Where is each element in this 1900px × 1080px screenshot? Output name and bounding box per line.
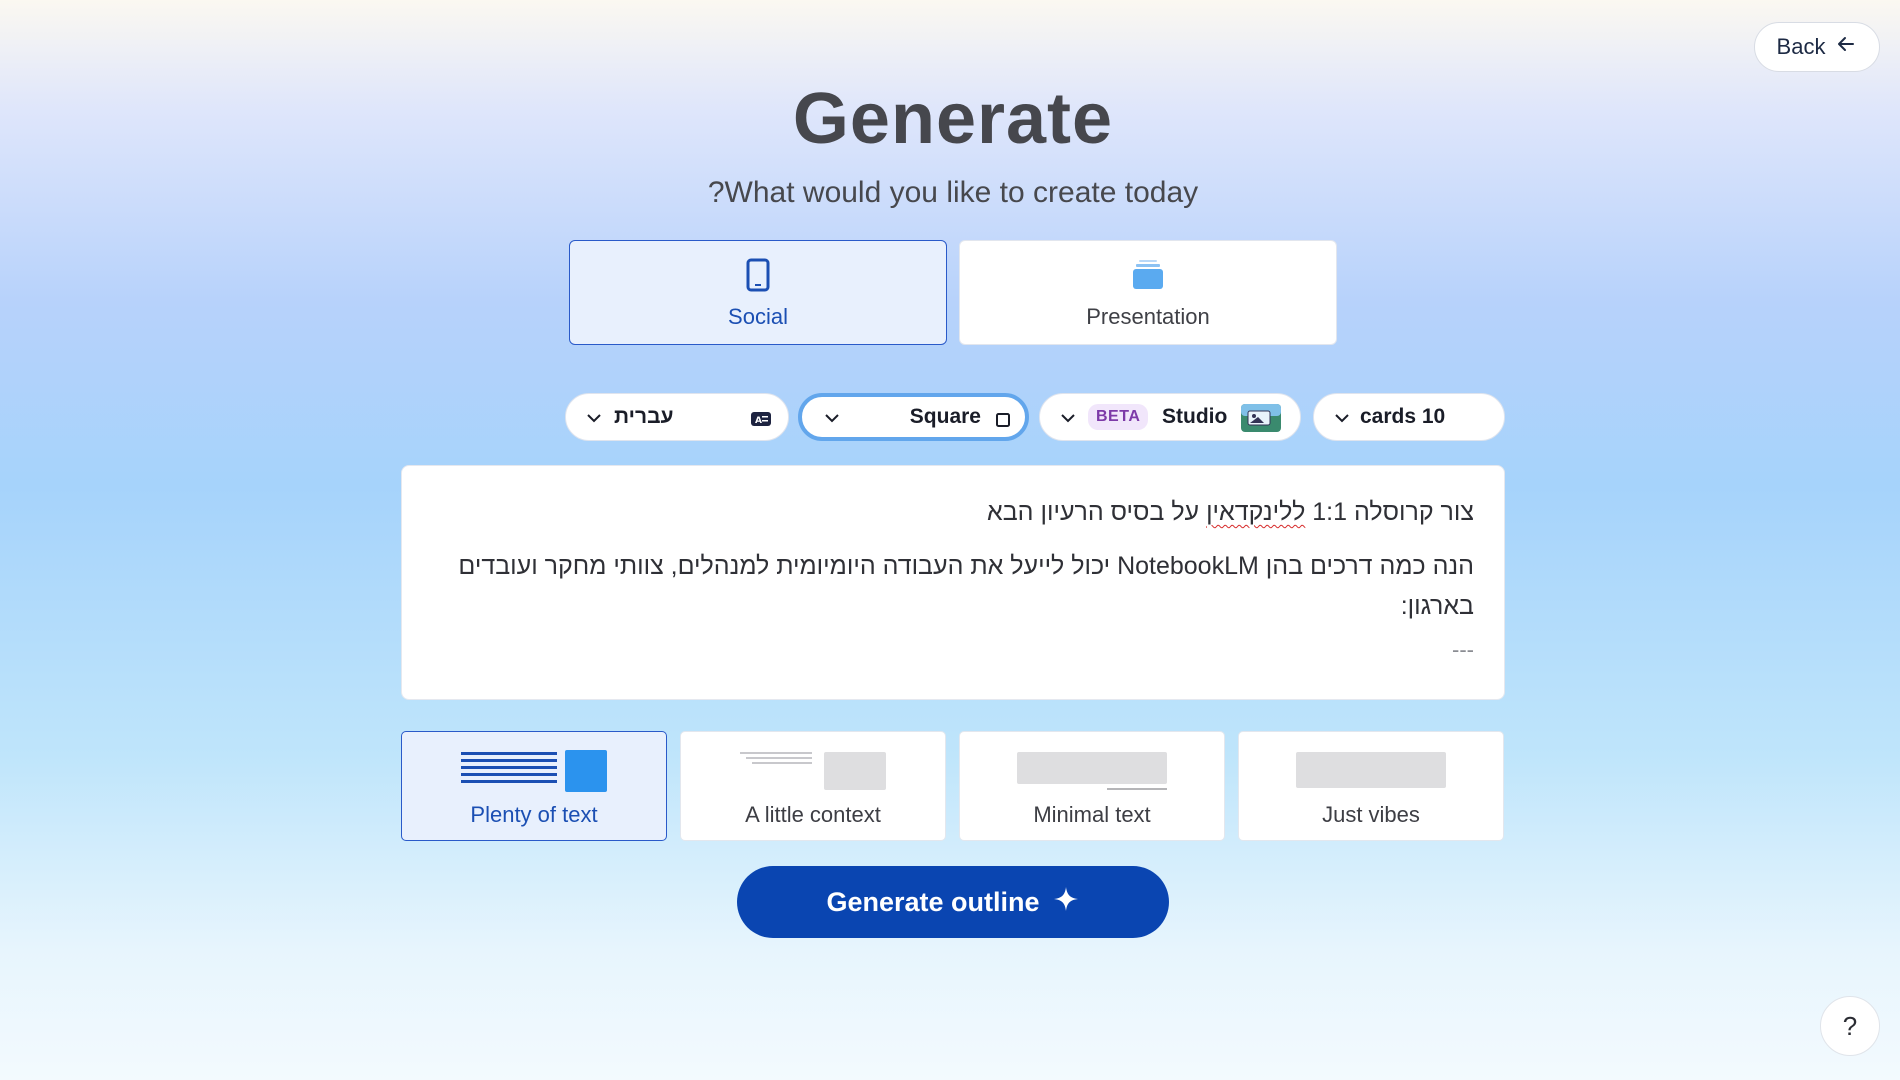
mode-presentation-card[interactable]: Presentation <box>959 240 1337 345</box>
page-subtitle: ?What would you like to create today <box>707 176 1199 209</box>
help-label: ? <box>1842 1010 1858 1041</box>
mode-presentation-label: Presentation <box>1086 303 1210 329</box>
density-label: A little context <box>745 802 881 827</box>
smartphone-icon <box>745 256 771 292</box>
mode-social-card[interactable]: Social <box>569 240 947 345</box>
just-vibes-thumbnail-icon <box>1296 750 1446 792</box>
arrow-left-icon <box>1835 33 1857 61</box>
density-minimal-text[interactable]: Minimal text <box>959 731 1225 841</box>
chevron-down-icon <box>586 405 602 429</box>
misspelled-word: ללינקדאין <box>1206 498 1306 526</box>
theme-thumbnail-icon <box>1240 403 1282 439</box>
density-plenty-of-text[interactable]: Plenty of text <box>401 731 667 841</box>
chevron-down-icon <box>824 405 840 429</box>
little-context-thumbnail-icon <box>738 750 888 792</box>
generate-outline-button[interactable]: Generate outline <box>737 866 1169 938</box>
prompt-textarea[interactable]: צור קרוסלה 1:1 ללינקדאין על בסיס הרעיון … <box>401 465 1505 700</box>
language-icon: A <box>750 409 772 433</box>
back-button[interactable]: Back <box>1754 22 1880 72</box>
page-title: Generate <box>792 79 1114 159</box>
sparkle-icon <box>1052 885 1080 920</box>
theme-select[interactable]: BETA Studio <box>1039 393 1301 441</box>
density-a-little-context[interactable]: A little context <box>680 731 946 841</box>
theme-value: Studio <box>1162 405 1228 428</box>
prompt-line-1: צור קרוסלה 1:1 ללינקדאין על בסיס הרעיון … <box>432 492 1474 532</box>
prompt-line-2: הנה כמה דרכים בהן NotebookLM יכול לייעל … <box>458 552 1474 620</box>
cards-count-select[interactable]: cards 10 <box>1313 393 1505 441</box>
chevron-down-icon <box>1334 405 1350 429</box>
density-label: Plenty of text <box>470 802 598 827</box>
density-just-vibes[interactable]: Just vibes <box>1238 731 1504 841</box>
square-icon <box>995 410 1011 434</box>
format-value: Square <box>909 405 981 428</box>
prompt-separator: --- <box>1452 637 1474 662</box>
generate-outline-label: Generate outline <box>826 886 1040 917</box>
chevron-down-icon <box>1060 405 1076 429</box>
mode-social-label: Social <box>728 303 788 329</box>
prompt-text: צור קרוסלה 1:1 <box>1305 498 1474 526</box>
language-select[interactable]: עברית A <box>565 393 789 441</box>
plenty-text-thumbnail-icon <box>459 750 609 792</box>
density-label: Just vibes <box>1322 802 1420 827</box>
back-label: Back <box>1776 34 1826 59</box>
presentation-stack-icon <box>1131 256 1165 292</box>
cards-count-value: cards 10 <box>1360 405 1446 428</box>
format-select[interactable]: Square <box>798 393 1029 441</box>
prompt-text: על בסיס הרעיון הבא <box>987 498 1207 526</box>
density-label: Minimal text <box>1033 802 1151 827</box>
language-value: עברית <box>614 405 674 428</box>
help-button[interactable]: ? <box>1820 996 1880 1056</box>
svg-text:A: A <box>755 416 762 426</box>
minimal-text-thumbnail-icon <box>1017 750 1167 792</box>
beta-badge: BETA <box>1088 404 1149 430</box>
